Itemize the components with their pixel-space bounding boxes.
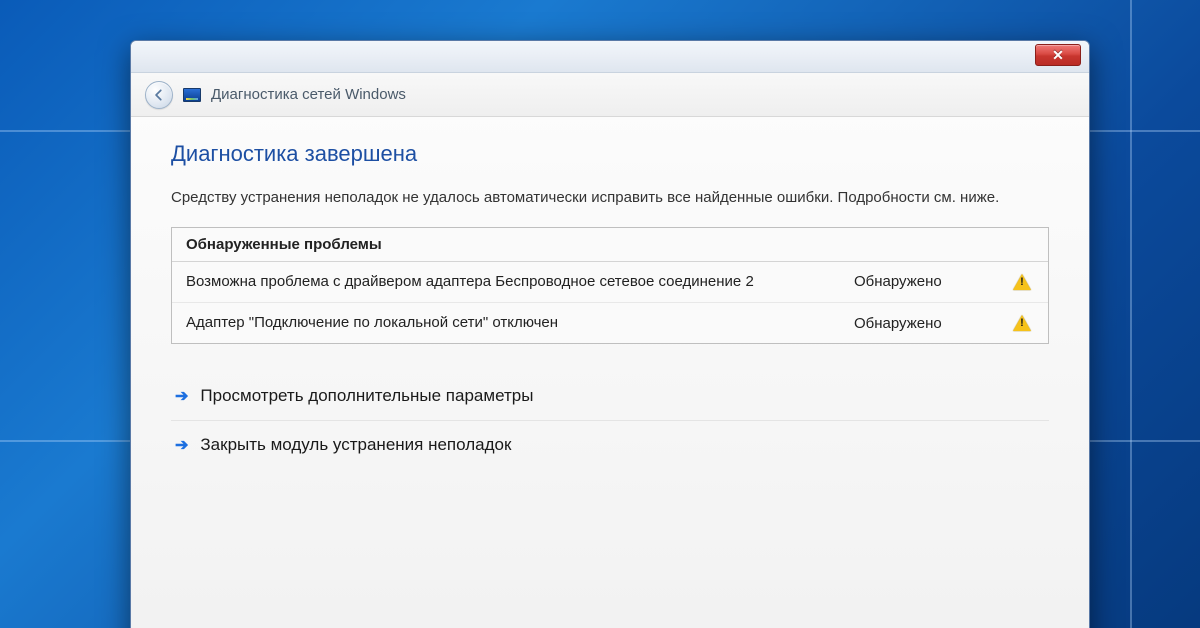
view-details-link[interactable]: ➔ Просмотреть дополнительные параметры (171, 372, 1049, 420)
window-title: Диагностика сетей Windows (211, 86, 406, 103)
close-troubleshooter-link[interactable]: ➔ Закрыть модуль устранения неполадок (171, 420, 1049, 469)
titlebar: ✕ (131, 41, 1089, 73)
troubleshooter-window: ✕ Диагностика сетей Windows Диагностика … (130, 40, 1090, 628)
arrow-right-icon: ➔ (175, 435, 188, 455)
view-details-label: Просмотреть дополнительные параметры (200, 386, 533, 406)
description-text: Средству устранения неполадок не удалось… (171, 187, 1049, 209)
arrow-right-icon: ➔ (175, 386, 188, 406)
header-bar: Диагностика сетей Windows (131, 73, 1089, 117)
network-monitor-icon (183, 88, 201, 102)
problem-description: Возможна проблема с драйвером адаптера Б… (186, 272, 838, 292)
close-troubleshooter-label: Закрыть модуль устранения неполадок (200, 435, 511, 455)
problem-status: Обнаружено (854, 273, 994, 290)
problem-row[interactable]: Возможна проблема с драйвером адаптера Б… (172, 262, 1048, 302)
main-heading: Диагностика завершена (171, 141, 1049, 167)
problems-header: Обнаруженные проблемы (172, 228, 1048, 262)
arrow-left-icon (152, 88, 166, 102)
close-button[interactable]: ✕ (1035, 44, 1081, 66)
problem-row[interactable]: Адаптер "Подключение по локальной сети" … (172, 302, 1048, 343)
problem-description: Адаптер "Подключение по локальной сети" … (186, 313, 838, 333)
close-icon: ✕ (1052, 47, 1064, 64)
content-area: Диагностика завершена Средству устранени… (131, 117, 1089, 479)
problems-box: Обнаруженные проблемы Возможна проблема … (171, 227, 1049, 345)
warning-icon (1010, 315, 1034, 331)
back-button[interactable] (145, 81, 173, 109)
problem-status: Обнаружено (854, 315, 994, 332)
warning-icon (1010, 274, 1034, 290)
actions-list: ➔ Просмотреть дополнительные параметры ➔… (171, 372, 1049, 469)
